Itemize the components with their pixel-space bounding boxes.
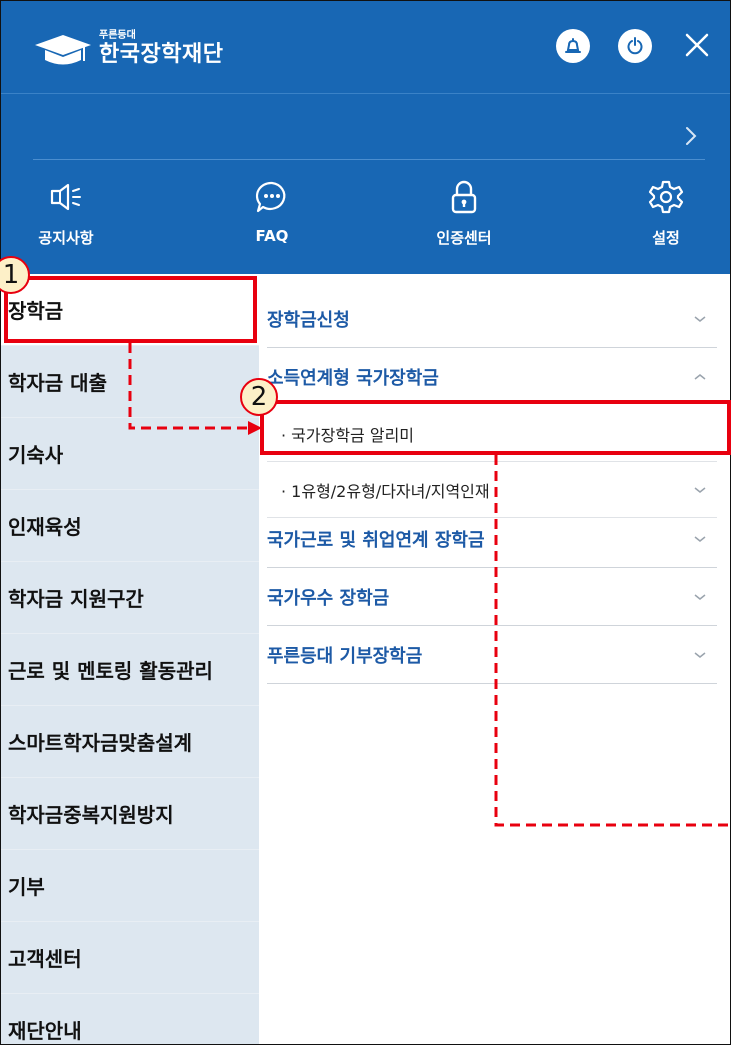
nav-divider — [33, 159, 705, 160]
gear-icon — [646, 177, 686, 217]
chevron-up-icon — [694, 374, 706, 380]
sidebar-item-student-loan[interactable]: 학자금 대출 — [1, 346, 259, 418]
submenu-item-label: 소득연계형 국가장학금 — [267, 368, 439, 389]
chevron-down-icon — [694, 315, 706, 322]
sidebar-item-about[interactable]: 재단안내 — [1, 994, 259, 1044]
power-icon — [627, 37, 643, 55]
quick-nav-label: 공지사항 — [38, 229, 94, 247]
sidebar-item-label: 인재육성 — [8, 515, 82, 539]
submenu-item-apply[interactable]: 장학금신청 — [267, 290, 717, 348]
sidebar-item-label: 고객센터 — [8, 947, 82, 971]
sidebar-item-label: 재단안내 — [8, 1019, 82, 1043]
submenu-item-work[interactable]: 국가근로 및 취업연계 장학금 — [267, 510, 717, 568]
chevron-down-icon — [694, 651, 706, 658]
app-frame: 푸른등대 한국장학재단 공지사항 FAQ 인증센터 설정 장학금 학자금 대출 … — [0, 0, 731, 1045]
sidebar-item-label: 기숙사 — [8, 443, 64, 467]
bell-icon — [565, 38, 581, 53]
logo-subtitle: 푸른등대 — [99, 30, 136, 41]
annotation-step-badge: 2 — [240, 378, 278, 416]
annotation-box-scholarship — [4, 276, 257, 343]
megaphone-icon — [46, 177, 86, 217]
chevron-down-icon — [694, 593, 706, 600]
close-icon — [685, 33, 709, 57]
submenu-item-label: 장학금신청 — [267, 309, 350, 331]
sidebar-item-label: 스마트학자금맞춤설계 — [8, 731, 192, 755]
quick-nav-settings[interactable]: 설정 — [621, 177, 711, 248]
chevron-down-icon — [694, 535, 706, 542]
sidebar-item-label: 근로 및 멘토링 활동관리 — [8, 659, 213, 683]
sidebar-item-customer-center[interactable]: 고객센터 — [1, 922, 259, 994]
submenu-item-label: 국가근로 및 취업연계 장학금 — [267, 529, 485, 551]
close-button[interactable] — [677, 25, 717, 65]
quick-nav-auth[interactable]: 인증센터 — [419, 177, 509, 248]
header-divider — [1, 93, 730, 94]
notification-button[interactable] — [556, 29, 590, 63]
quick-nav-label: 인증센터 — [436, 229, 492, 247]
sidebar: 장학금 학자금 대출 기숙사 인재육성 학자금 지원구간 근로 및 멘토링 활동… — [1, 274, 259, 1044]
chevron-down-icon — [694, 486, 706, 493]
chat-bubble-icon — [252, 177, 292, 217]
quick-nav-label: 설정 — [652, 229, 680, 247]
submenu-item-excellence[interactable]: 국가우수 장학금 — [267, 568, 717, 626]
quick-nav-faq[interactable]: FAQ — [227, 177, 317, 245]
step-number: 2 — [250, 382, 268, 412]
sidebar-item-label: 학자금중복지원방지 — [8, 803, 174, 827]
graduation-cap-logo-icon — [33, 29, 95, 69]
quick-nav-notice[interactable]: 공지사항 — [21, 177, 111, 248]
submenu-item-donation[interactable]: 푸른등대 기부장학금 — [267, 626, 717, 684]
sidebar-item-donation[interactable]: 기부 — [1, 850, 259, 922]
sidebar-item-smart-planner[interactable]: 스마트학자금맞춤설계 — [1, 706, 259, 778]
sidebar-item-label: 학자금 대출 — [8, 371, 107, 395]
lock-icon — [444, 177, 484, 217]
sidebar-item-label: 학자금 지원구간 — [8, 587, 144, 611]
submenu-subitem-label: · 1유형/2유형/다자녀/지역인재 — [281, 481, 490, 501]
logout-button[interactable] — [618, 29, 652, 63]
sidebar-item-label: 기부 — [8, 875, 45, 899]
annotation-box-notifier — [260, 400, 731, 455]
sidebar-item-dormitory[interactable]: 기숙사 — [1, 418, 259, 490]
chevron-right-icon[interactable] — [679, 121, 703, 151]
sidebar-item-support-bracket[interactable]: 학자금 지원구간 — [1, 562, 259, 634]
submenu-item-label: 푸른등대 기부장학금 — [267, 645, 423, 667]
step-number: 1 — [2, 260, 20, 290]
submenu-item-national[interactable]: 소득연계형 국가장학금 — [267, 348, 717, 406]
submenu-item-label: 국가우수 장학금 — [267, 587, 390, 609]
sidebar-item-talent[interactable]: 인재육성 — [1, 490, 259, 562]
sidebar-item-duplicate-prevention[interactable]: 학자금중복지원방지 — [1, 778, 259, 850]
logo[interactable]: 푸른등대 한국장학재단 — [33, 19, 223, 79]
quick-nav-label: FAQ — [255, 227, 289, 245]
header: 푸른등대 한국장학재단 공지사항 FAQ 인증센터 설정 — [1, 1, 730, 274]
logo-title: 한국장학재단 — [99, 42, 224, 67]
sidebar-item-work-mentoring[interactable]: 근로 및 멘토링 활동관리 — [1, 634, 259, 706]
